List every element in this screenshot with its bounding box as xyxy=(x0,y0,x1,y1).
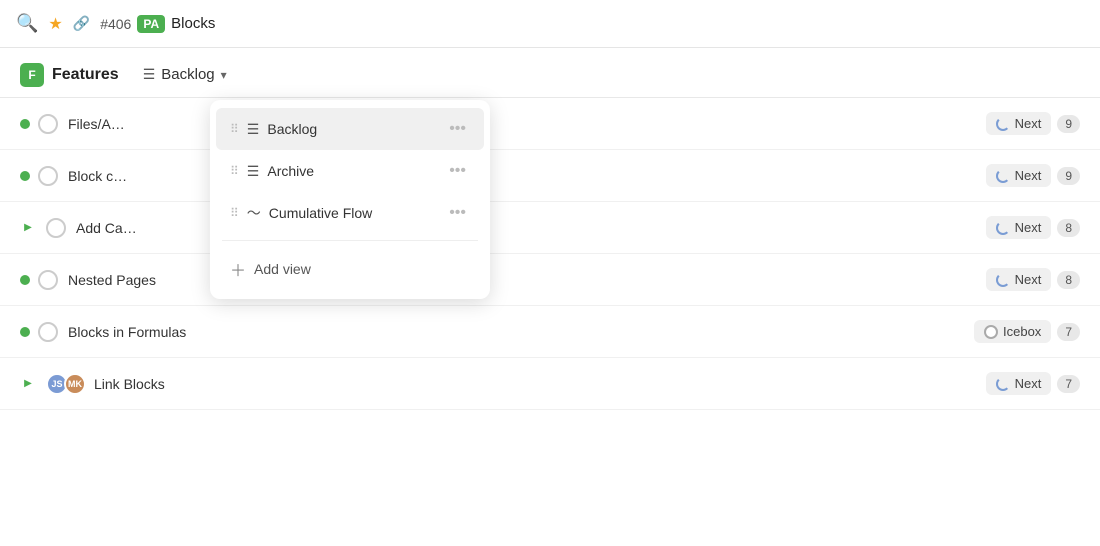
next-icon xyxy=(996,117,1010,131)
status-label: Icebox xyxy=(1003,324,1041,339)
drag-handle-icon: ⠿ xyxy=(230,206,239,220)
more-options-icon[interactable]: ••• xyxy=(445,118,470,140)
chart-icon: 〜 xyxy=(247,203,261,223)
status-dot xyxy=(20,327,30,337)
count-badge: 8 xyxy=(1057,271,1080,289)
dropdown-item-label: Cumulative Flow xyxy=(269,205,445,221)
count-badge: 7 xyxy=(1057,375,1080,393)
add-view-label: Add view xyxy=(254,261,311,277)
status-label: Next xyxy=(1015,220,1042,235)
page-title: Blocks xyxy=(171,15,215,32)
more-options-icon[interactable]: ••• xyxy=(445,160,470,182)
next-icon xyxy=(996,377,1010,391)
table-area: Files/A… Next 9 Block c… Next xyxy=(0,98,1100,410)
row-title: Blocks in Formulas xyxy=(68,324,974,340)
table-row[interactable]: ▶ JS MK Link Blocks Next 7 xyxy=(0,358,1100,410)
drag-handle-icon: ⠿ xyxy=(230,122,239,136)
status-dot xyxy=(20,171,30,181)
expand-icon[interactable]: ▶ xyxy=(20,220,36,236)
features-label: F Features xyxy=(20,63,119,87)
search-icon[interactable]: 🔍 xyxy=(16,13,38,34)
row-title: Nested Pages xyxy=(68,272,986,288)
row-checkbox[interactable] xyxy=(38,270,58,290)
status-label: Next xyxy=(1015,116,1042,131)
row-right: Next 7 xyxy=(986,372,1080,395)
row-right: Next 8 xyxy=(986,268,1080,291)
status-badge[interactable]: Next xyxy=(986,164,1052,187)
icebox-icon xyxy=(984,325,998,339)
list-icon: ☰ xyxy=(247,121,260,138)
table-row[interactable]: Files/A… Next 9 xyxy=(0,98,1100,150)
dropdown-item-label: Archive xyxy=(267,163,445,179)
backlog-button[interactable]: ☰ Backlog ▾ xyxy=(135,62,235,87)
content-area: F Features ☰ Backlog ▾ ⠿ ☰ Backlog ••• ⠿… xyxy=(0,48,1100,546)
divider xyxy=(222,240,478,241)
features-text: Features xyxy=(52,66,119,84)
row-checkbox[interactable] xyxy=(46,218,66,238)
count-badge: 9 xyxy=(1057,167,1080,185)
next-icon xyxy=(996,169,1010,183)
status-label: Next xyxy=(1015,272,1042,287)
row-title: Link Blocks xyxy=(94,376,986,392)
view-header: F Features ☰ Backlog ▾ xyxy=(0,48,1100,98)
row-checkbox[interactable] xyxy=(38,166,58,186)
list-icon: ☰ xyxy=(247,163,260,180)
count-badge: 7 xyxy=(1057,323,1080,341)
plus-icon: ＋ xyxy=(230,257,246,281)
status-badge[interactable]: Next xyxy=(986,372,1052,395)
star-icon[interactable]: ★ xyxy=(48,14,62,34)
count-badge: 8 xyxy=(1057,219,1080,237)
avatar-group: JS MK xyxy=(46,373,86,395)
drag-handle-icon: ⠿ xyxy=(230,164,239,178)
chevron-down-icon: ▾ xyxy=(221,68,227,82)
status-label: Next xyxy=(1015,168,1042,183)
row-right: Next 8 xyxy=(986,216,1080,239)
expand-icon[interactable]: ▶ xyxy=(20,376,36,392)
issue-number[interactable]: #406 xyxy=(100,16,131,32)
dropdown-item-backlog[interactable]: ⠿ ☰ Backlog ••• xyxy=(216,108,484,150)
table-row[interactable]: Blocks in Formulas Icebox 7 xyxy=(0,306,1100,358)
status-badge[interactable]: Next xyxy=(986,268,1052,291)
row-title: Files/A… xyxy=(68,116,986,132)
list-icon: ☰ xyxy=(143,66,156,83)
features-icon: F xyxy=(20,63,44,87)
avatar: MK xyxy=(64,373,86,395)
status-dot xyxy=(20,119,30,129)
view-dropdown: ⠿ ☰ Backlog ••• ⠿ ☰ Archive ••• ⠿ 〜 Cumu… xyxy=(210,100,490,299)
dropdown-item-archive[interactable]: ⠿ ☰ Archive ••• xyxy=(216,150,484,192)
next-icon xyxy=(996,273,1010,287)
status-dot xyxy=(20,275,30,285)
table-row[interactable]: Block c… Next 9 xyxy=(0,150,1100,202)
add-view-button[interactable]: ＋ Add view xyxy=(216,247,484,291)
row-checkbox[interactable] xyxy=(38,114,58,134)
table-row[interactable]: Nested Pages Next 8 xyxy=(0,254,1100,306)
next-icon xyxy=(996,221,1010,235)
row-right: Icebox 7 xyxy=(974,320,1080,343)
status-badge[interactable]: Icebox xyxy=(974,320,1051,343)
row-right: Next 9 xyxy=(986,164,1080,187)
link-icon[interactable]: 🔗 xyxy=(73,15,90,32)
status-badge[interactable]: Next xyxy=(986,216,1052,239)
dropdown-item-cumulative-flow[interactable]: ⠿ 〜 Cumulative Flow ••• xyxy=(216,192,484,234)
backlog-label: Backlog xyxy=(161,66,214,83)
table-row[interactable]: ▶ Add Ca… Next 8 xyxy=(0,202,1100,254)
count-badge: 9 xyxy=(1057,115,1080,133)
row-right: Next 9 xyxy=(986,112,1080,135)
status-badge[interactable]: Next xyxy=(986,112,1052,135)
issue-ref: #406 PA Blocks xyxy=(100,15,215,33)
top-bar: 🔍 ★ 🔗 #406 PA Blocks xyxy=(0,0,1100,48)
main-area: F Features ☰ Backlog ▾ ⠿ ☰ Backlog ••• ⠿… xyxy=(0,48,1100,546)
row-checkbox[interactable] xyxy=(38,322,58,342)
more-options-icon[interactable]: ••• xyxy=(445,202,470,224)
dropdown-item-label: Backlog xyxy=(267,121,445,137)
row-title: Block c… xyxy=(68,168,986,184)
pa-badge: PA xyxy=(137,15,165,33)
status-label: Next xyxy=(1015,376,1042,391)
